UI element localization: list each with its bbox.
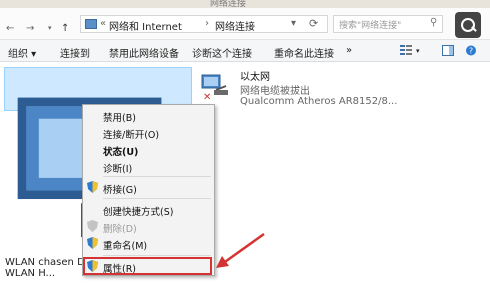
disable-device-button[interactable]: 禁用此网络设备 (109, 45, 179, 60)
refresh-icon[interactable]: ⟳ (309, 17, 318, 30)
address-dropdown-icon[interactable]: ▾ (291, 18, 296, 29)
ethernet-name: 以太网 (240, 72, 270, 83)
context-menu: 禁用(B) 连接/断开(O) 状态(U) 诊断(I) 桥接(G) 创建快捷方式(… (82, 104, 215, 276)
address-row: ← → ▾ ↑ « 网络和 Internet › 网络连接 ▾ ⟳ 搜索"网络连… (0, 8, 490, 40)
forward-button[interactable]: → (26, 23, 34, 34)
menu-item-rename[interactable]: 重命名(M) (103, 238, 147, 252)
menu-separator (103, 198, 211, 199)
search-input[interactable]: 搜索"网络连接" ⚲ (333, 15, 443, 33)
connect-to-button[interactable]: 连接到 (60, 45, 90, 60)
breadcrumb-network-internet[interactable]: 网络和 Internet (109, 18, 182, 33)
menu-item-bridge[interactable]: 桥接(G) (103, 182, 137, 196)
wlan-status: chasen (38, 257, 74, 268)
menu-item-connect-disconnect[interactable]: 连接/断开(O) (103, 127, 159, 141)
properties-highlight-box (83, 257, 212, 275)
menu-item-disable[interactable]: 禁用(B) (103, 110, 136, 124)
menu-separator (103, 255, 211, 256)
magnifier-watermark-icon (455, 12, 481, 38)
title-bar: 网络连接 (0, 0, 490, 9)
uac-shield-icon (87, 181, 98, 193)
diagnose-button[interactable]: 诊断这个连接 (192, 45, 252, 60)
menu-item-delete: 删除(D) (103, 224, 137, 235)
svg-text:?: ? (469, 47, 473, 56)
uac-shield-icon (87, 237, 98, 249)
ethernet-adapter-item[interactable]: ✕ 以太网 网络电缆被拔出 Qualcomm Atheros AR8152/8.… (200, 68, 397, 112)
organize-button[interactable]: 组织 ▾ (8, 45, 36, 60)
view-dropdown-icon[interactable]: ▾ (416, 47, 420, 55)
more-commands-button[interactable]: » (346, 45, 352, 56)
breadcrumb-network-connections[interactable]: 网络连接 (215, 18, 255, 33)
view-options-icon[interactable] (400, 45, 412, 56)
svg-text:✕: ✕ (203, 92, 211, 102)
command-bar: 组织 ▾ 连接到 禁用此网络设备 诊断这个连接 重命名此连接 » ▾ ? (0, 40, 490, 62)
wlan-name: WLAN (5, 257, 36, 268)
preview-pane-icon[interactable] (442, 45, 454, 56)
address-box[interactable]: « 网络和 Internet › 网络连接 ▾ ⟳ (80, 15, 328, 33)
search-placeholder: 搜索"网络连接" (339, 21, 402, 31)
computer-icon (85, 19, 97, 29)
menu-item-create-shortcut[interactable]: 创建快捷方式(S) (103, 204, 173, 218)
uac-shield-icon (87, 220, 98, 232)
ethernet-device: Qualcomm Atheros AR8152/8... (240, 96, 398, 107)
up-button[interactable]: ↑ (61, 23, 69, 34)
back-button[interactable]: ← (6, 23, 14, 34)
search-icon[interactable]: ⚲ (430, 17, 437, 28)
ethernet-status: 网络电缆被拔出 (240, 86, 310, 97)
history-dropdown-icon[interactable]: ▾ (48, 24, 52, 32)
red-arrow-annotation-icon (216, 232, 265, 268)
menu-item-status[interactable]: 状态(U) (103, 144, 138, 158)
menu-separator (103, 176, 211, 177)
rename-button[interactable]: 重命名此连接 (274, 45, 334, 60)
ethernet-adapter-icon: ✕ (201, 74, 228, 102)
overflow-chevron[interactable]: « (100, 18, 106, 29)
breadcrumb-separator: › (205, 18, 209, 29)
help-icon[interactable]: ? (465, 45, 477, 56)
menu-item-diagnose[interactable]: 诊断(I) (103, 161, 132, 175)
